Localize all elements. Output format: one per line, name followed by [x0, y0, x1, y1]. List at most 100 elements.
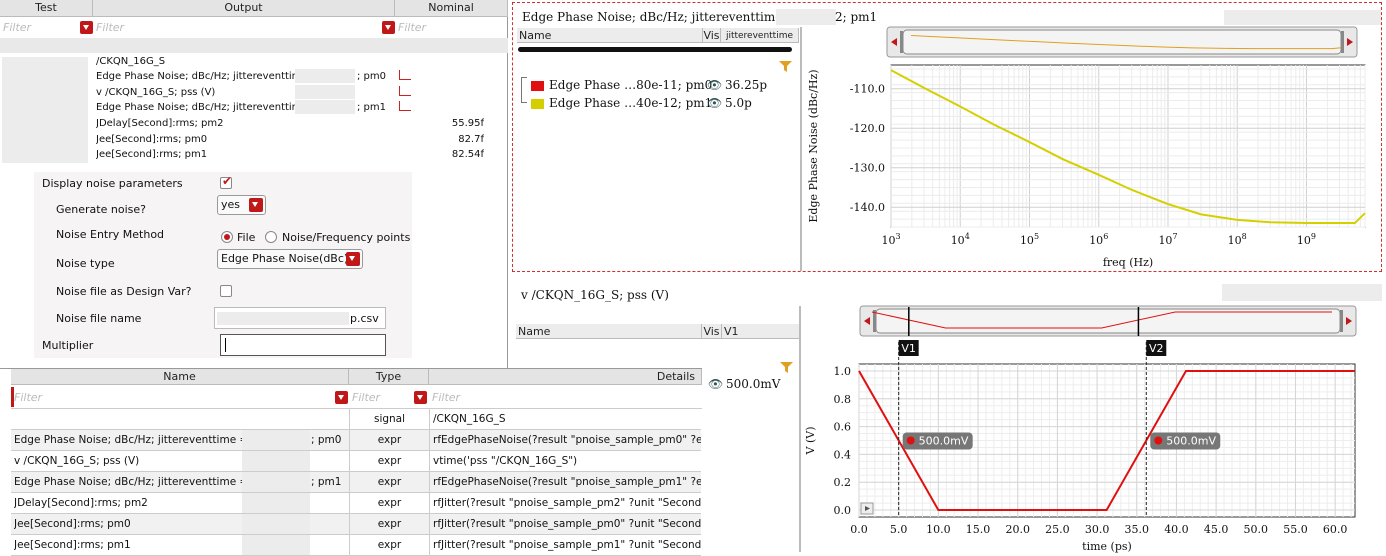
x-axis-label: freq (Hz): [1103, 256, 1153, 269]
y-tick-label: 0.4: [834, 448, 852, 461]
series-color-swatch: [531, 81, 544, 91]
legend-entry[interactable]: Edge Phase …80e-11; pm0 👁 36.25p: [531, 78, 791, 94]
results-panel: Test Output Nominal Filter Filter Filter…: [0, 0, 508, 368]
type-filter-dropdown[interactable]: [414, 391, 427, 404]
legend-divider[interactable]: [800, 27, 802, 271]
generate-noise-select[interactable]: yes: [217, 195, 266, 215]
output-name: Jee[Second]:rms; pm1: [14, 539, 131, 551]
redacted-value: [242, 430, 310, 450]
col-header-output[interactable]: Output: [93, 0, 395, 17]
eye-icon[interactable]: 👁: [707, 96, 722, 110]
x-tick-label: 30.0: [1085, 523, 1110, 536]
x-tick-label: 109: [1297, 232, 1316, 247]
marker-flag-label: V1: [901, 342, 916, 355]
redacted-value: [242, 514, 310, 534]
phase-noise-subwindow: Edge Phase Noise; dBc/Hz; jittereventtim…: [512, 2, 1382, 272]
legend-col-v1[interactable]: V1: [722, 324, 800, 339]
legend-col-jitter[interactable]: jittereventtime: [721, 28, 799, 43]
series-color-swatch: [531, 99, 544, 109]
legend-divider[interactable]: [799, 306, 801, 552]
x-tick-label: 55.0: [1283, 523, 1308, 536]
output-filter-dropdown[interactable]: [382, 21, 395, 34]
filter-icon[interactable]: [780, 362, 793, 373]
result-row[interactable]: JDelay[Second]:rms; pm2: [96, 116, 396, 131]
result-row-suffix: ; pm0: [357, 71, 386, 82]
name-filter-dropdown[interactable]: [335, 391, 348, 404]
legend-col-name[interactable]: Name: [516, 324, 702, 339]
col-header-name[interactable]: Name: [11, 369, 349, 385]
display-noise-checkbox[interactable]: ✔: [220, 174, 232, 189]
y-tick-label: -140.0: [850, 201, 885, 214]
legend-col-name[interactable]: Name: [517, 28, 703, 43]
x-tick-label: 25.0: [1045, 523, 1070, 536]
output-filter[interactable]: Filter: [93, 19, 395, 37]
nominal-value: 82.7f: [458, 134, 484, 145]
output-name: Jee[Second]:rms; pm0: [14, 518, 131, 530]
zoom-handle-right: [1340, 310, 1343, 332]
redacted-value: [242, 535, 310, 555]
test-filter-dropdown[interactable]: [80, 21, 93, 34]
col-header-test[interactable]: Test: [0, 0, 93, 17]
x-tick-label: 10.0: [926, 523, 951, 536]
plot2-title: v /CKQN_16G_S; pss (V): [521, 288, 669, 302]
phase-noise-chart[interactable]: 103 104 105 106 107 108 109 -110.0 -120.0 -130.0 -…: [803, 23, 1381, 271]
output-name: Edge Phase Noise; dBc/Hz; jittereventtim…: [14, 434, 242, 446]
nominal-value: 55.95f: [451, 118, 484, 129]
y-axis-label: Edge Phase Noise (dBc/Hz): [807, 69, 820, 222]
col-header-type[interactable]: Type: [349, 369, 429, 385]
radio-noise-freq-points[interactable]: [265, 231, 277, 243]
plot-icon[interactable]: [399, 70, 411, 80]
y-tick-label: 0.2: [834, 476, 852, 489]
legend-col-vis[interactable]: Vis: [703, 28, 721, 43]
output-type: expr: [349, 514, 429, 534]
x-tick-label: 40.0: [1164, 523, 1189, 536]
redacted-value: [295, 69, 355, 83]
multiplier-label: Multiplier: [42, 339, 94, 352]
result-row[interactable]: /CKQN_16G_S: [96, 54, 396, 69]
eye-icon[interactable]: 👁: [707, 78, 722, 92]
redacted-value: [295, 100, 355, 114]
chevron-down-icon: [249, 198, 263, 212]
noise-file-name-input[interactable]: p.csv: [214, 307, 386, 329]
output-type: signal: [349, 409, 429, 429]
noise-file-design-var-checkbox[interactable]: [220, 285, 232, 297]
plot-icon[interactable]: [399, 86, 411, 96]
nominal-value: 82.54f: [451, 149, 484, 160]
output-name-suffix: ; pm0: [311, 434, 342, 446]
x-tick-label: 15.0: [966, 523, 991, 536]
test-name-redacted: [2, 57, 88, 163]
redacted-value: [1222, 284, 1382, 301]
col-header-nominal[interactable]: Nominal: [395, 0, 508, 17]
result-row[interactable]: Jee[Second]:rms; pm0: [96, 132, 396, 147]
result-row[interactable]: Jee[Second]:rms; pm1: [96, 147, 396, 162]
radio-file[interactable]: [221, 231, 233, 243]
redacted-value: [242, 451, 310, 471]
output-type: expr: [349, 535, 429, 555]
transient-chart[interactable]: 0.0 5.0 10.0 15.0 20.0 25.0 30.0 35.0 40.0 45.0 50…: [802, 302, 1384, 553]
group-row[interactable]: [0, 38, 508, 53]
noise-file-design-var-label: Noise file as Design Var?: [56, 285, 192, 298]
multiplier-input[interactable]: [220, 334, 386, 356]
eye-icon[interactable]: 👁: [708, 377, 723, 391]
output-name-suffix: ; pm1: [311, 476, 342, 488]
noise-type-select[interactable]: Edge Phase Noise(dBc): [217, 249, 363, 269]
redacted-value: [242, 493, 310, 513]
marker-flag-label: V2: [1149, 342, 1164, 355]
nominal-filter[interactable]: Filter: [395, 19, 508, 37]
radio-file-label: File: [237, 231, 256, 244]
result-row-suffix: ; pm1: [357, 102, 386, 113]
plot-icon[interactable]: [399, 101, 411, 111]
output-type: expr: [349, 493, 429, 513]
output-name: v /CKQN_16G_S; pss (V): [14, 455, 140, 467]
noise-file-name-label: Noise file name: [56, 312, 142, 325]
legend-value: 5.0p: [725, 96, 752, 110]
legend-name: Edge Phase …40e-12; pm1: [549, 96, 713, 110]
legend-entry[interactable]: Edge Phase …40e-12; pm1 👁 5.0p: [531, 96, 791, 112]
legend-col-vis[interactable]: Vis: [702, 324, 722, 339]
name-filter[interactable]: Filter: [11, 389, 349, 407]
x-tick-label: 35.0: [1125, 523, 1150, 536]
zoom-handle-right: [1341, 31, 1344, 53]
filter-icon[interactable]: [779, 61, 792, 72]
legend-scrollbar[interactable]: [518, 47, 792, 52]
plot-area: [890, 64, 1366, 228]
